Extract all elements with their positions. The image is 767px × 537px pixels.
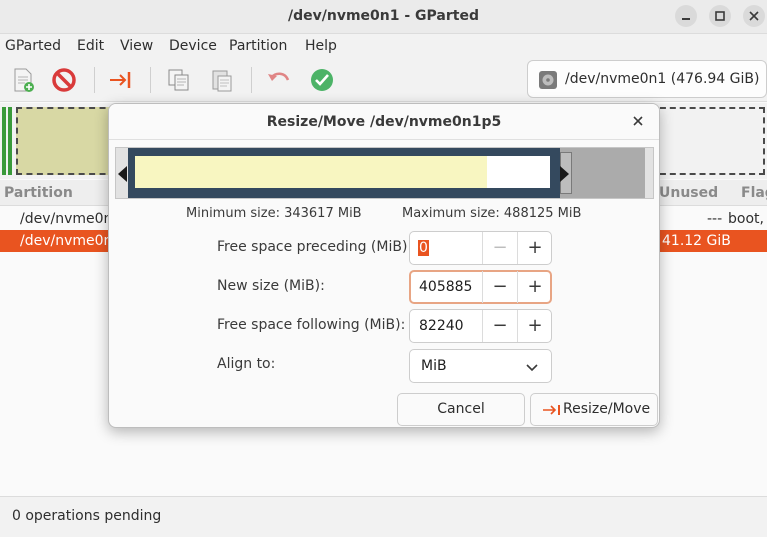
menu-partition[interactable]: Partition [229,38,287,54]
cancel-button[interactable]: Cancel [397,393,525,426]
column-partition[interactable]: Partition [4,185,73,201]
menu-bar: GParted Edit View Device Partition Help [0,34,767,59]
apply-icon[interactable] [308,66,336,94]
row-partition: /dev/nvme0n [20,233,113,249]
minimum-size-label: Minimum size: 343617 MiB [186,206,362,221]
toolbar-separator [94,67,95,93]
title-bar: /dev/nvme0n1 - GParted [0,0,767,34]
menu-device[interactable]: Device [169,38,217,54]
preceding-decrement-button[interactable]: − [482,232,517,264]
preceding-value[interactable]: 0 [418,240,429,256]
dialog-close-button[interactable] [629,113,647,131]
dialog-title: Resize/Move /dev/nvme0n1p5 [266,114,502,130]
right-resize-handle[interactable] [560,166,569,182]
following-spinner[interactable]: 82240 − + [409,309,552,343]
align-value: MiB [421,358,447,374]
graph-partition-efi[interactable] [2,107,6,175]
preceding-spinner[interactable]: 0 − + [409,231,552,265]
partition-resizer[interactable] [115,147,654,199]
row-partition: /dev/nvme0n [20,211,113,227]
align-label: Align to: [217,356,276,372]
status-bar: 0 operations pending [0,496,767,537]
dialog-title-bar: Resize/Move /dev/nvme0n1p5 [109,104,659,140]
following-decrement-button[interactable]: − [482,310,517,342]
following-label: Free space following (MiB): [217,317,406,333]
new-size-decrement-button[interactable]: − [482,271,517,303]
resize-move-button[interactable]: Resize/Move [530,393,658,426]
align-select[interactable]: MiB [409,349,552,383]
window-title: /dev/nvme0n1 - GParted [288,8,479,24]
graph-partition-selected[interactable] [650,107,765,175]
partition-block[interactable] [128,148,560,198]
following-value[interactable]: 82240 [419,318,464,334]
preceding-label: Free space preceding (MiB): [217,239,413,255]
device-label: /dev/nvme0n1 (476.94 GiB) [565,71,760,87]
paste-icon[interactable] [208,66,236,94]
left-resize-handle[interactable] [118,166,127,182]
unused-space [487,156,550,188]
minimize-icon [682,18,690,20]
copy-icon[interactable] [165,66,193,94]
graph-partition-used[interactable] [16,107,116,175]
row-flags: boot, [728,211,764,227]
undo-icon[interactable] [265,66,293,94]
following-increment-button[interactable]: + [517,310,552,342]
row-unused: 41.12 GiB [662,233,731,249]
minimize-button[interactable] [675,5,697,27]
resize-move-button-label: Resize/Move [563,401,651,417]
toolbar-separator [251,67,252,93]
new-size-value[interactable]: 405885 [419,279,472,295]
new-size-spinner[interactable]: 405885 − + [409,270,552,304]
close-icon [633,116,643,126]
menu-help[interactable]: Help [305,38,337,54]
bar-end [645,148,653,198]
menu-gparted[interactable]: GParted [5,38,61,54]
device-selector[interactable]: /dev/nvme0n1 (476.94 GiB) [527,60,767,98]
maximize-button[interactable] [709,5,731,27]
graph-partition-efi[interactable] [8,107,12,175]
delete-partition-icon[interactable] [50,66,78,94]
used-space [135,156,487,188]
close-window-button[interactable] [743,5,765,27]
cancel-button-label: Cancel [437,401,485,417]
maximize-icon [715,11,725,21]
disk-icon [539,71,557,89]
resize-move-icon[interactable] [107,66,135,94]
menu-edit[interactable]: Edit [77,38,104,54]
toolbar-separator [150,67,151,93]
resize-move-icon [543,405,560,415]
row-unused: --- [707,211,723,227]
column-flags[interactable]: Flag [741,185,767,201]
menu-view[interactable]: View [120,38,153,54]
new-size-increment-button[interactable]: + [517,271,552,303]
close-icon [749,11,759,21]
preceding-increment-button[interactable]: + [517,232,552,264]
column-unused[interactable]: Unused [659,185,718,201]
new-partition-icon[interactable] [9,66,37,94]
chevron-down-icon [526,364,538,372]
status-text: 0 operations pending [12,508,162,524]
resize-move-dialog: Resize/Move /dev/nvme0n1p5 Minimum size:… [108,103,660,428]
maximum-size-label: Maximum size: 488125 MiB [402,206,582,221]
new-size-label: New size (MiB): [217,278,325,294]
